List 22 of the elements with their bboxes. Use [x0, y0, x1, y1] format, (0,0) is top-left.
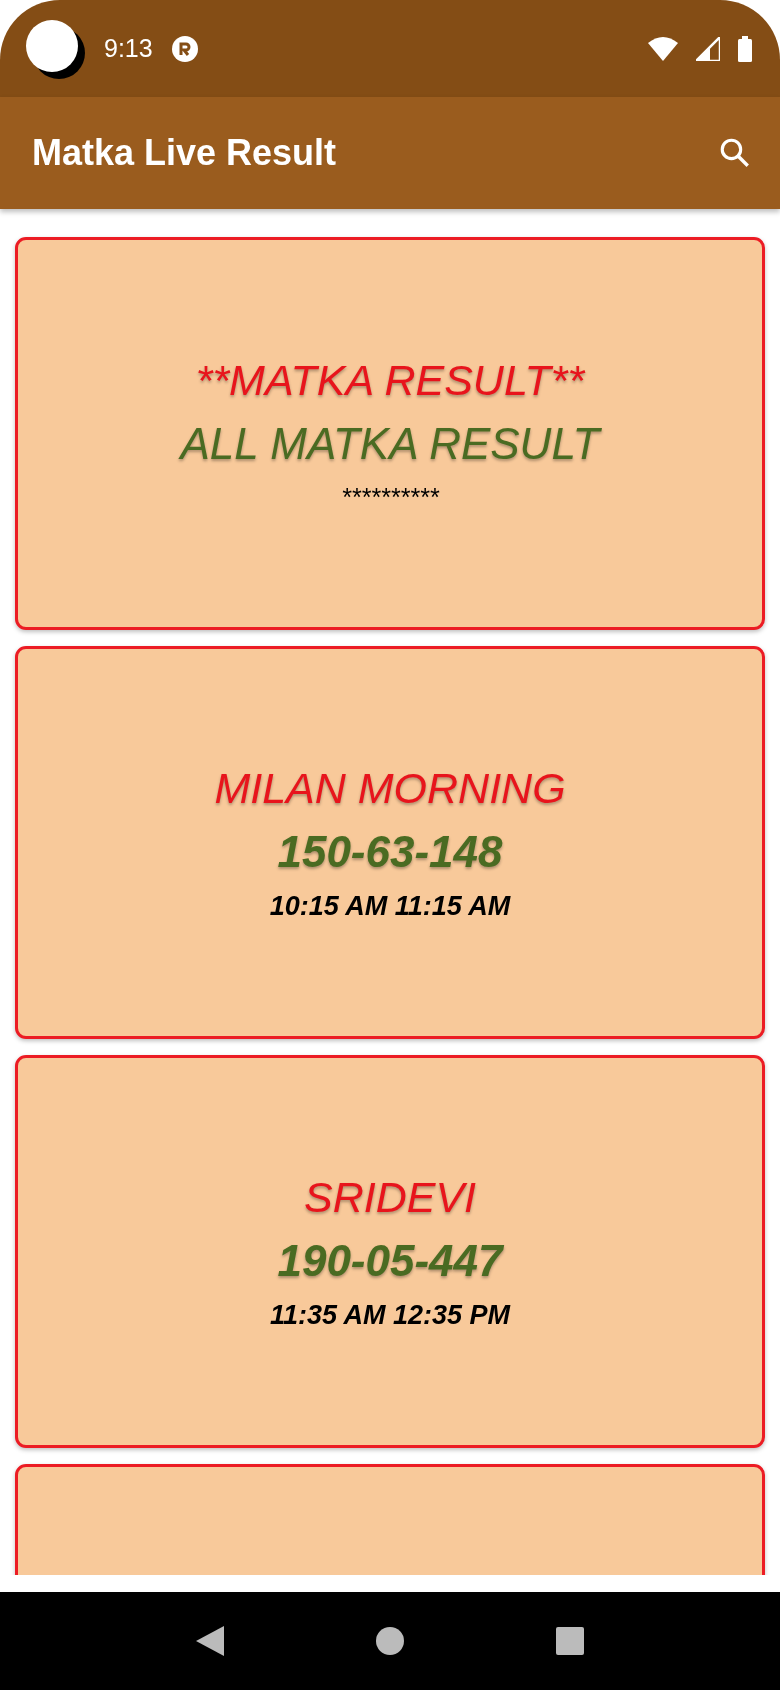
status-time: 9:13 [104, 34, 153, 63]
card-result: ALL MATKA RESULT [180, 418, 600, 469]
card-title: SRIDEVI [303, 1172, 476, 1222]
card-title: **MATKA RESULT** [195, 355, 585, 405]
search-icon [718, 136, 752, 170]
back-icon[interactable] [196, 1626, 224, 1656]
card-note: 10:15 AM 11:15 AM [269, 890, 511, 922]
app-title: Matka Live Result [32, 132, 337, 174]
notification-icon [170, 34, 199, 63]
result-card[interactable]: SRIDEVI 190-05-447 11:35 AM 12:35 PM [15, 1055, 765, 1448]
card-result: 190-05-447 [277, 1235, 503, 1286]
result-card[interactable]: **MATKA RESULT** ALL MATKA RESULT ********** [15, 237, 765, 630]
card-note: ********** [341, 482, 439, 512]
card-note: 11:35 AM 12:35 PM [269, 1299, 511, 1331]
app-icon [24, 17, 86, 80]
battery-icon [738, 35, 752, 62]
wifi-icon [648, 36, 678, 61]
card-result: 150-63-148 [277, 826, 503, 877]
result-card[interactable]: MILAN MORNING 150-63-148 10:15 AM 11:15 AM [15, 646, 765, 1039]
card-title: MILAN MORNING [214, 763, 566, 813]
signal-icon [696, 36, 720, 61]
home-icon[interactable] [376, 1627, 404, 1655]
